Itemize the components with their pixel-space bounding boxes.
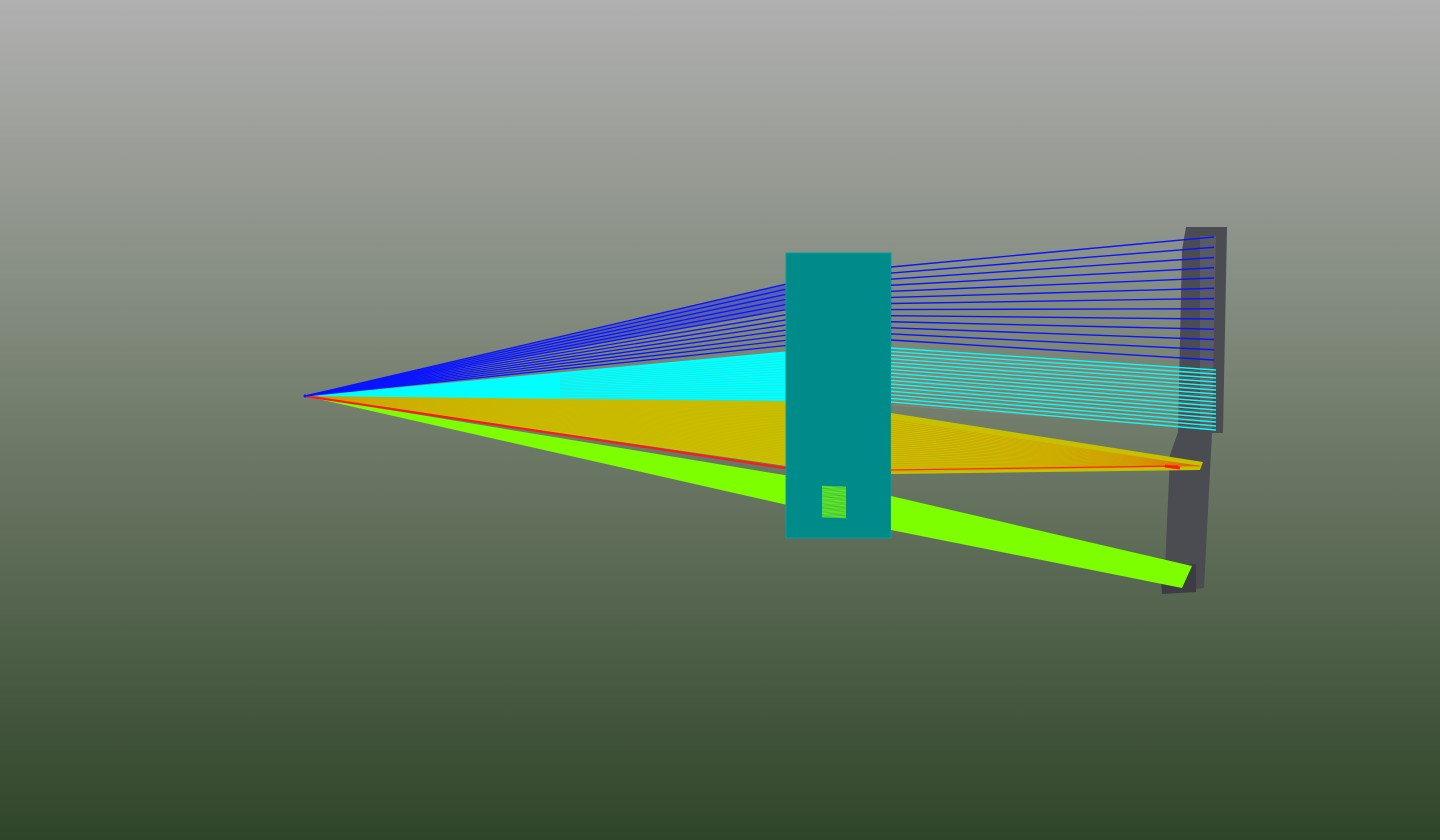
ray-trace-scene[interactable] <box>0 0 1440 840</box>
blue-ray <box>890 308 1215 311</box>
highlight-ray-spot <box>1164 464 1181 470</box>
point-source <box>303 394 307 398</box>
3d-viewport[interactable] <box>0 0 1440 840</box>
